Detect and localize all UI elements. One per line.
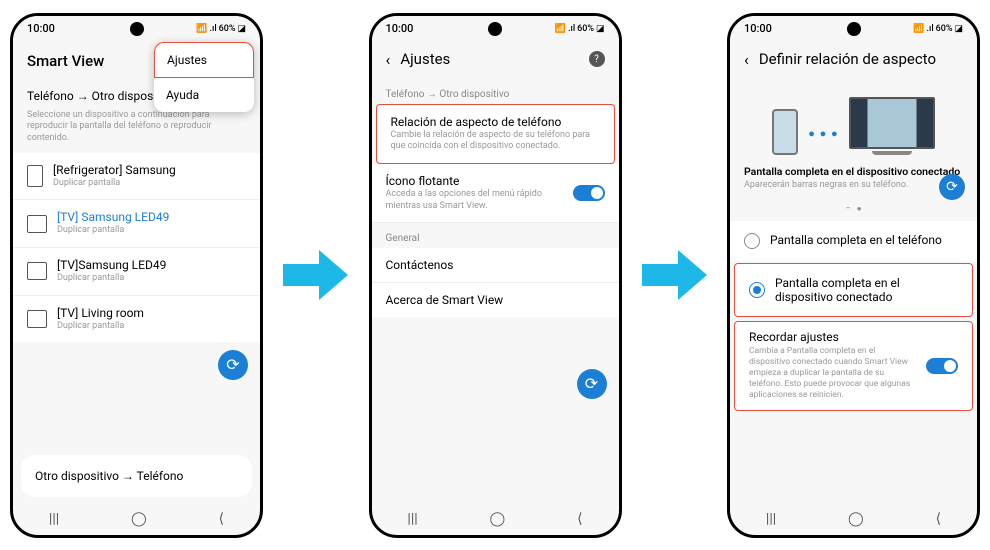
nav-back[interactable]: ⟨ — [936, 511, 941, 527]
content: Teléfono → Otro dispositivo Seleccione u… — [13, 80, 260, 503]
notch — [130, 22, 144, 36]
nav-home[interactable]: ◯ — [131, 511, 147, 527]
nav-home[interactable]: ◯ — [490, 511, 506, 527]
help-icon[interactable]: ? — [589, 51, 605, 67]
refresh-icon: ⟳ — [226, 355, 239, 374]
status-icons: 📶 .ıl 60%◪ — [555, 24, 605, 34]
remember-switch[interactable] — [926, 358, 958, 374]
tv-icon — [27, 215, 47, 233]
refresh-icon: ⟳ — [946, 179, 958, 195]
header: ‹ Ajustes ? — [372, 42, 619, 79]
status-icons: 📶 .ıl 60%◪ — [196, 24, 246, 34]
dropdown-settings[interactable]: Ajustes — [154, 42, 254, 78]
header: ‹ Definir relación de aspecto — [730, 42, 977, 79]
aspect-ratio-item[interactable]: Relación de aspecto de teléfono Cambie l… — [376, 104, 615, 164]
notch — [488, 22, 502, 36]
fridge-icon — [27, 165, 43, 187]
radio-icon — [744, 233, 760, 249]
arrow-icon — [642, 250, 707, 300]
nav-home[interactable]: ◯ — [848, 511, 864, 527]
floating-switch[interactable] — [573, 185, 605, 201]
page-title: Ajustes — [400, 50, 450, 68]
radio-fullscreen-phone[interactable]: Pantalla completa en el teléfono — [730, 221, 977, 261]
illus-dots-icon: ● ● ● — [808, 127, 838, 155]
tv-icon — [27, 310, 47, 328]
tv-icon — [27, 262, 47, 280]
nav-bar: ||| ◯ ⟨ — [372, 503, 619, 535]
pager: –● — [730, 200, 977, 221]
tab-description: Seleccione un dispositivo a continuación… — [13, 110, 260, 153]
nav-recent[interactable]: ||| — [49, 511, 59, 527]
nav-back[interactable]: ⟨ — [219, 511, 224, 527]
illustration: ● ● ● — [730, 79, 977, 161]
content: ● ● ● Pantalla completa en el dispositiv… — [730, 79, 977, 503]
illus-title: Pantalla completa en el dispositivo cone… — [730, 161, 977, 178]
back-icon[interactable]: ‹ — [744, 50, 749, 69]
notch — [847, 22, 861, 36]
illus-phone-icon — [772, 109, 798, 155]
dropdown-help[interactable]: Ayuda — [154, 78, 254, 112]
phone-2-settings: 10:00 📶 .ıl 60%◪ ‹ Ajustes ? Teléfono → … — [369, 13, 622, 538]
page-title: Definir relación de aspecto — [759, 50, 936, 68]
refresh-fab[interactable]: ⟳ — [218, 350, 248, 380]
section-phone-device: Teléfono → Otro dispositivo — [372, 79, 619, 104]
tab-device-to-phone[interactable]: Otro dispositivo → Teléfono — [21, 455, 252, 497]
back-icon[interactable]: ‹ — [386, 50, 391, 69]
illus-tv-icon — [849, 97, 935, 155]
refresh-icon: ⟳ — [585, 374, 598, 393]
phone-1-smartview: 10:00 📶 .ıl 60%◪ Smart View Ajustes Ayud… — [10, 13, 263, 538]
status-time: 10:00 — [744, 22, 772, 35]
status-time: 10:00 — [386, 22, 414, 35]
content: Teléfono → Otro dispositivo Relación de … — [372, 79, 619, 503]
remember-settings[interactable]: Recordar ajustes Cambia a Pantalla compl… — [734, 321, 973, 410]
nav-recent[interactable]: ||| — [407, 511, 417, 527]
dropdown-menu: Ajustes Ayuda — [154, 42, 254, 112]
nav-bar: ||| ◯ ⟨ — [730, 503, 977, 535]
refresh-fab[interactable]: ⟳ — [939, 174, 965, 200]
status-time: 10:00 — [27, 22, 55, 35]
phone-3-aspect-ratio: 10:00 📶 .ıl 60%◪ ‹ Definir relación de a… — [727, 13, 980, 538]
status-icons: 📶 .ıl 60%◪ — [913, 24, 963, 34]
nav-back[interactable]: ⟨ — [577, 511, 582, 527]
refresh-fab[interactable]: ⟳ — [577, 369, 607, 399]
device-item-tv-led49-active[interactable]: [TV] Samsung LED49 Duplicar pantalla — [13, 200, 260, 248]
contact-item[interactable]: Contáctenos — [372, 248, 619, 283]
device-item-tv-led49[interactable]: [TV]Samsung LED49 Duplicar pantalla — [13, 248, 260, 296]
nav-recent[interactable]: ||| — [766, 511, 776, 527]
section-general: General — [372, 223, 619, 248]
about-item[interactable]: Acerca de Smart View — [372, 283, 619, 317]
device-item-living-room[interactable]: [TV] Living room Duplicar pantalla — [13, 296, 260, 343]
device-item-refrigerator[interactable]: [Refrigerator] Samsung Duplicar pantalla — [13, 153, 260, 201]
nav-bar: ||| ◯ ⟨ — [13, 503, 260, 535]
floating-icon-item[interactable]: Ícono flotante Acceda a las opciones del… — [372, 164, 619, 223]
arrow-icon — [283, 250, 348, 300]
radio-icon — [749, 282, 765, 298]
radio-fullscreen-device[interactable]: Pantalla completa en el dispositivo cone… — [734, 263, 973, 318]
